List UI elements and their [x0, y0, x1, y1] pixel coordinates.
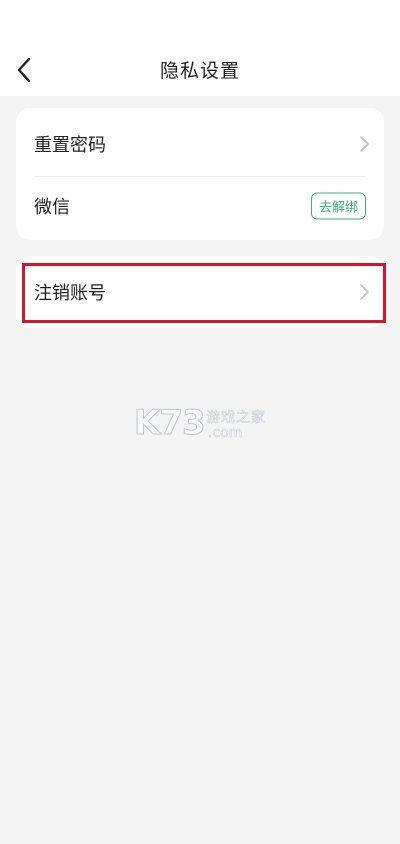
unbind-button[interactable]: 去解绑 [310, 192, 366, 220]
delete-account-label: 注销账号 [34, 283, 106, 304]
top-bar: 隐私设置 [0, 0, 400, 96]
watermark-domain: .com [208, 425, 243, 442]
wechat-row: 微信 去解绑 [16, 174, 384, 238]
delete-account-row[interactable]: 注销账号 [16, 260, 384, 324]
watermark-site-name: 游戏之家 [206, 410, 266, 427]
chevron-right-icon [360, 284, 369, 300]
page-title: 隐私设置 [159, 60, 240, 82]
wechat-label: 微信 [34, 197, 70, 218]
reset-password-row[interactable]: 重置密码 [16, 112, 384, 176]
watermark-brand: K73 [134, 403, 207, 444]
reset-password-label: 重置密码 [34, 135, 106, 156]
watermark-logo: K73 游戏之家 .com [134, 403, 274, 444]
account-settings-card: 重置密码 微信 去解绑 [16, 108, 384, 240]
chevron-right-icon [360, 136, 369, 152]
delete-account-card: 注销账号 [16, 256, 384, 328]
